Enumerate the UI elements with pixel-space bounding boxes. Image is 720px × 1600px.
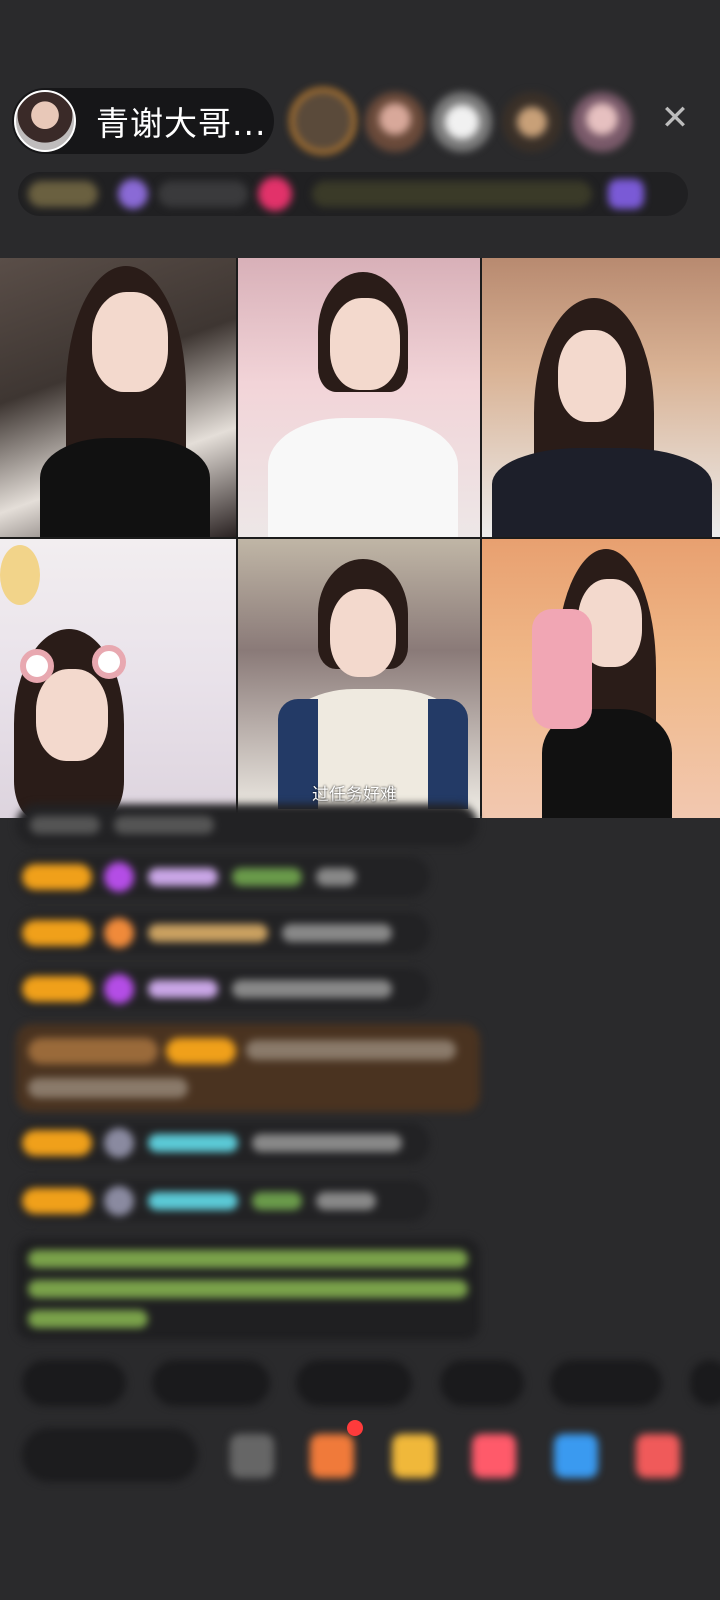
notification-dot [347,1420,363,1436]
video-tile[interactable] [482,258,720,537]
chat-message [16,1180,430,1222]
live-subtitle: 过任务好难 [312,785,397,805]
video-tile[interactable] [0,258,236,537]
quick-reply-chip[interactable] [550,1360,662,1406]
heart-icon[interactable] [472,1434,516,1478]
gift-icon[interactable] [636,1434,680,1478]
gift-box-icon[interactable] [310,1434,354,1478]
chat-message [16,856,430,898]
video-tile[interactable] [238,539,480,818]
quick-reply-chip[interactable] [152,1360,270,1406]
quick-reply-chip[interactable] [296,1360,412,1406]
chat-message [16,1122,430,1164]
host-info-pill[interactable]: 青谢大哥... [12,88,274,154]
video-tile[interactable] [0,539,236,818]
chat-message [16,968,430,1010]
highlight-message [16,1024,480,1112]
emoji-icon[interactable] [230,1434,274,1478]
viewer-avatar[interactable] [572,92,632,152]
host-name: 青谢大哥... [96,104,267,143]
host-avatar[interactable] [14,90,76,152]
quick-reply-chip[interactable] [440,1360,524,1406]
video-grid [0,258,720,818]
viewer-avatar[interactable] [365,92,425,152]
treasure-icon[interactable] [392,1434,436,1478]
room-info-bar[interactable] [18,172,688,216]
quick-reply-chip[interactable] [22,1360,126,1406]
video-tile[interactable] [238,258,480,537]
chat-message [16,804,478,846]
share-icon[interactable] [554,1434,598,1478]
viewer-avatar[interactable] [502,92,562,152]
chat-message [16,912,430,954]
viewer-avatar[interactable] [290,88,356,154]
video-tile[interactable] [482,539,720,818]
quick-reply-chip[interactable] [690,1360,720,1406]
chat-input[interactable] [22,1428,198,1482]
system-notice [16,1238,480,1340]
close-icon[interactable]: ✕ [655,98,695,138]
viewer-avatar[interactable] [432,92,492,152]
